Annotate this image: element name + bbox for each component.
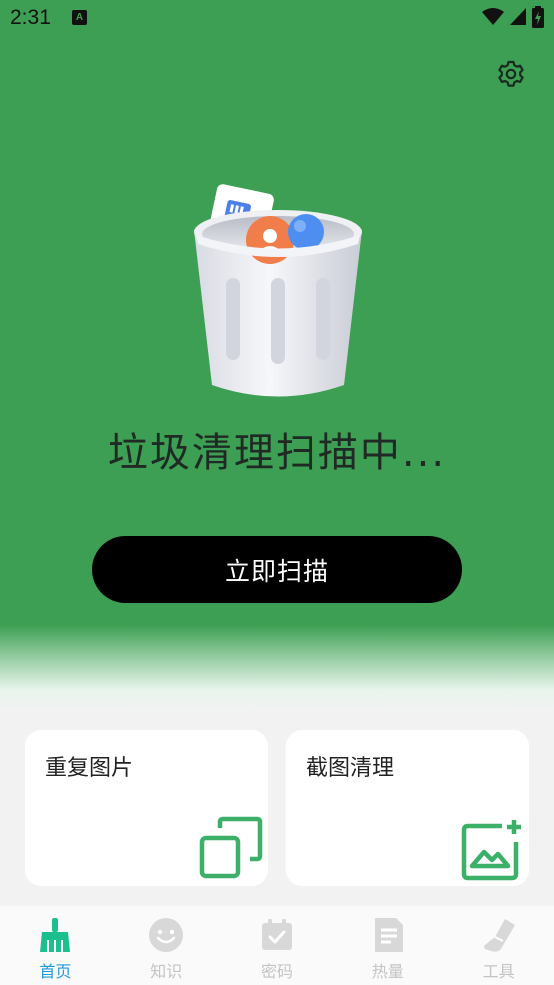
smile-icon [149,918,184,952]
tab-password[interactable]: 密码 [222,906,333,985]
status-icons [482,6,544,28]
status-time: 2:31 [10,6,51,29]
calendar-check-icon [261,919,292,950]
tab-label: 密码 [260,962,293,981]
battery-charging-icon [532,6,544,28]
settings-button[interactable] [494,57,528,91]
shoe-icon [483,919,515,952]
screenshot-cleanup-card[interactable]: 截图清理 [286,730,529,886]
bottom-tab-bar: 首页 知识 密码 热量 工具 [0,906,554,985]
scan-status-title: 垃圾清理扫描中... [107,430,447,476]
trash-bin-icon [194,184,362,397]
tab-label: 工具 [482,962,515,981]
wifi-icon [482,8,504,25]
tab-label: 知识 [150,962,183,981]
tab-home[interactable]: 首页 [0,906,111,985]
broom-icon [40,918,71,952]
notification-icon: A [72,10,87,25]
signal-icon [510,8,526,25]
tab-tools[interactable]: 工具 [443,906,554,985]
tab-calories[interactable]: 热量 [332,906,443,985]
gear-icon [498,60,524,87]
tab-knowledge[interactable]: 知识 [111,906,222,985]
card-title: 重复图片 [45,756,134,781]
status-bar: 2:31 A [0,0,554,36]
scan-now-button[interactable]: 立即扫描 [92,536,462,603]
duplicate-images-card[interactable]: 重复图片 [25,730,268,886]
tab-label: 热量 [371,962,404,981]
duplicate-images-icon [199,816,263,879]
card-title: 截图清理 [306,756,395,781]
tab-label: 首页 [39,962,72,981]
document-icon [374,918,403,952]
add-image-icon [461,820,521,881]
